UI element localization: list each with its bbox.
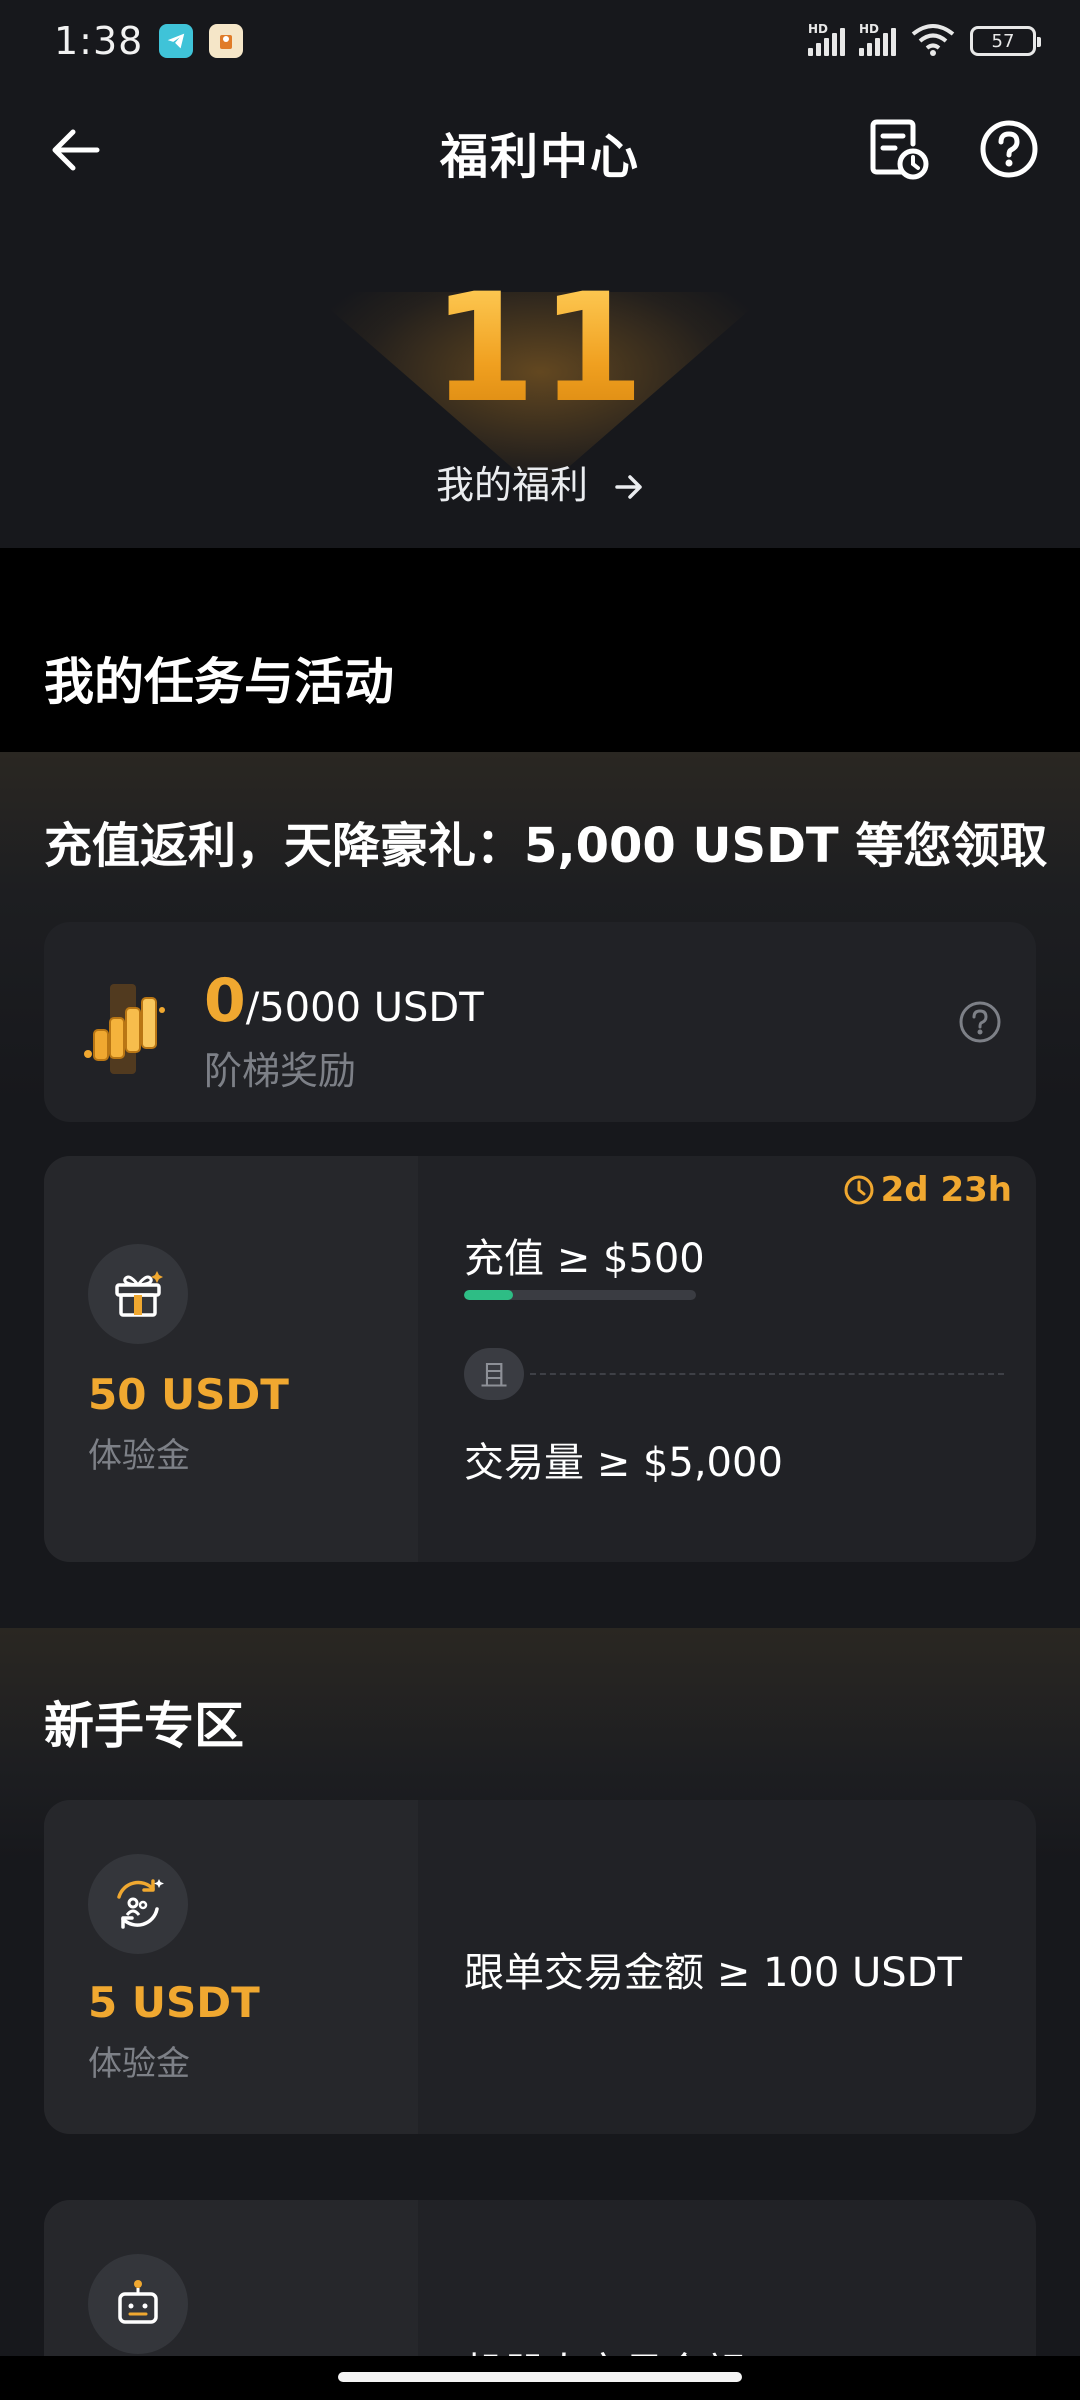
benefits-count: 11 <box>0 274 1080 424</box>
countdown-text: 2d 23h <box>880 1170 1012 1210</box>
question-circle-icon <box>959 1001 1001 1043</box>
page-title: 福利中心 <box>439 129 640 185</box>
back-button[interactable] <box>44 118 108 182</box>
home-indicator[interactable] <box>338 2372 742 2382</box>
copy-trading-condition: 跟单交易金额 ≥ 100 USDT <box>464 1950 962 1996</box>
tasks-section-title: 我的任务与活动 <box>44 653 394 711</box>
wifi-icon <box>910 22 956 60</box>
copy-trading-task-card[interactable]: 5 USDT 体验金 跟单交易金额 ≥ 100 USDT <box>44 1800 1036 2134</box>
help-button[interactable] <box>976 116 1042 182</box>
app-notification-icon <box>209 24 244 58</box>
countdown-timer: 2d 23h <box>843 1170 1012 1210</box>
newbie-section-title: 新手专区 <box>44 1697 244 1755</box>
clock-icon <box>844 1175 874 1205</box>
tier-progress: 0 /5000 USDT <box>204 966 484 1036</box>
gift-icon <box>115 1271 163 1317</box>
deposit-progress-fill <box>464 1290 513 1300</box>
reward-icon-circle <box>88 1244 188 1344</box>
condition-separator: 且 <box>464 1348 1004 1400</box>
trading-volume-condition: 交易量 ≥ $5,000 <box>464 1440 783 1486</box>
robot-icon <box>118 2280 158 2324</box>
status-time: 1:38 <box>54 19 144 63</box>
task-reward-panel: 50 USDT 体验金 <box>44 1156 418 1562</box>
dashed-divider <box>530 1373 1004 1375</box>
arrow-right-icon <box>614 466 644 510</box>
tier-reward-card[interactable]: 0 /5000 USDT 阶梯奖励 <box>44 922 1036 1122</box>
tier-label: 阶梯奖励 <box>204 1049 357 1093</box>
tier-help-button[interactable] <box>958 1000 1002 1044</box>
promo-headline: 充值返利，天降豪礼：5,000 USDT 等您领取 <box>44 818 1048 874</box>
tier-total-value: /5000 USDT <box>245 985 484 1031</box>
document-clock-icon <box>870 119 929 180</box>
reward-amount: 50 USDT <box>88 1370 289 1419</box>
tasks-section-header: 我的任务与活动 <box>0 548 1080 752</box>
reward-type: 体验金 <box>88 1436 190 1476</box>
signal-strength-icon: HD <box>808 22 845 56</box>
telegram-icon <box>159 24 194 58</box>
top-nav-bar: 福利中心 <box>0 82 1080 222</box>
benefits-summary: 11 我的福利 <box>0 222 1080 548</box>
battery-icon: 57 <box>970 26 1041 56</box>
reward-amount: 5 USDT <box>88 1978 260 2027</box>
back-arrow-icon <box>52 129 100 171</box>
signal-strength-icon: HD <box>859 22 896 56</box>
tier-bar-chart-icon <box>80 974 190 1084</box>
deposit-progress-bar <box>464 1290 696 1300</box>
status-bar: 1:38 HD HD 57 <box>0 0 1080 82</box>
copy-trade-refresh-icon <box>117 1879 164 1929</box>
deposit-condition: 充值 ≥ $500 <box>464 1236 705 1282</box>
deposit-task-card[interactable]: 50 USDT 体验金 2d 23h 充值 ≥ $500 且 交易量 ≥ $5,… <box>44 1156 1036 1562</box>
and-badge: 且 <box>464 1348 524 1400</box>
records-button[interactable] <box>866 116 932 182</box>
my-benefits-link[interactable]: 我的福利 <box>0 454 1080 510</box>
tier-current-value: 0 <box>204 966 246 1036</box>
reward-icon-circle <box>88 2254 188 2354</box>
reward-type: 体验金 <box>88 2044 190 2084</box>
task-reward-panel: 5 USDT 体验金 <box>44 1800 418 2134</box>
reward-icon-circle <box>88 1854 188 1954</box>
my-benefits-label: 我的福利 <box>435 463 588 507</box>
question-circle-icon <box>980 120 1038 178</box>
